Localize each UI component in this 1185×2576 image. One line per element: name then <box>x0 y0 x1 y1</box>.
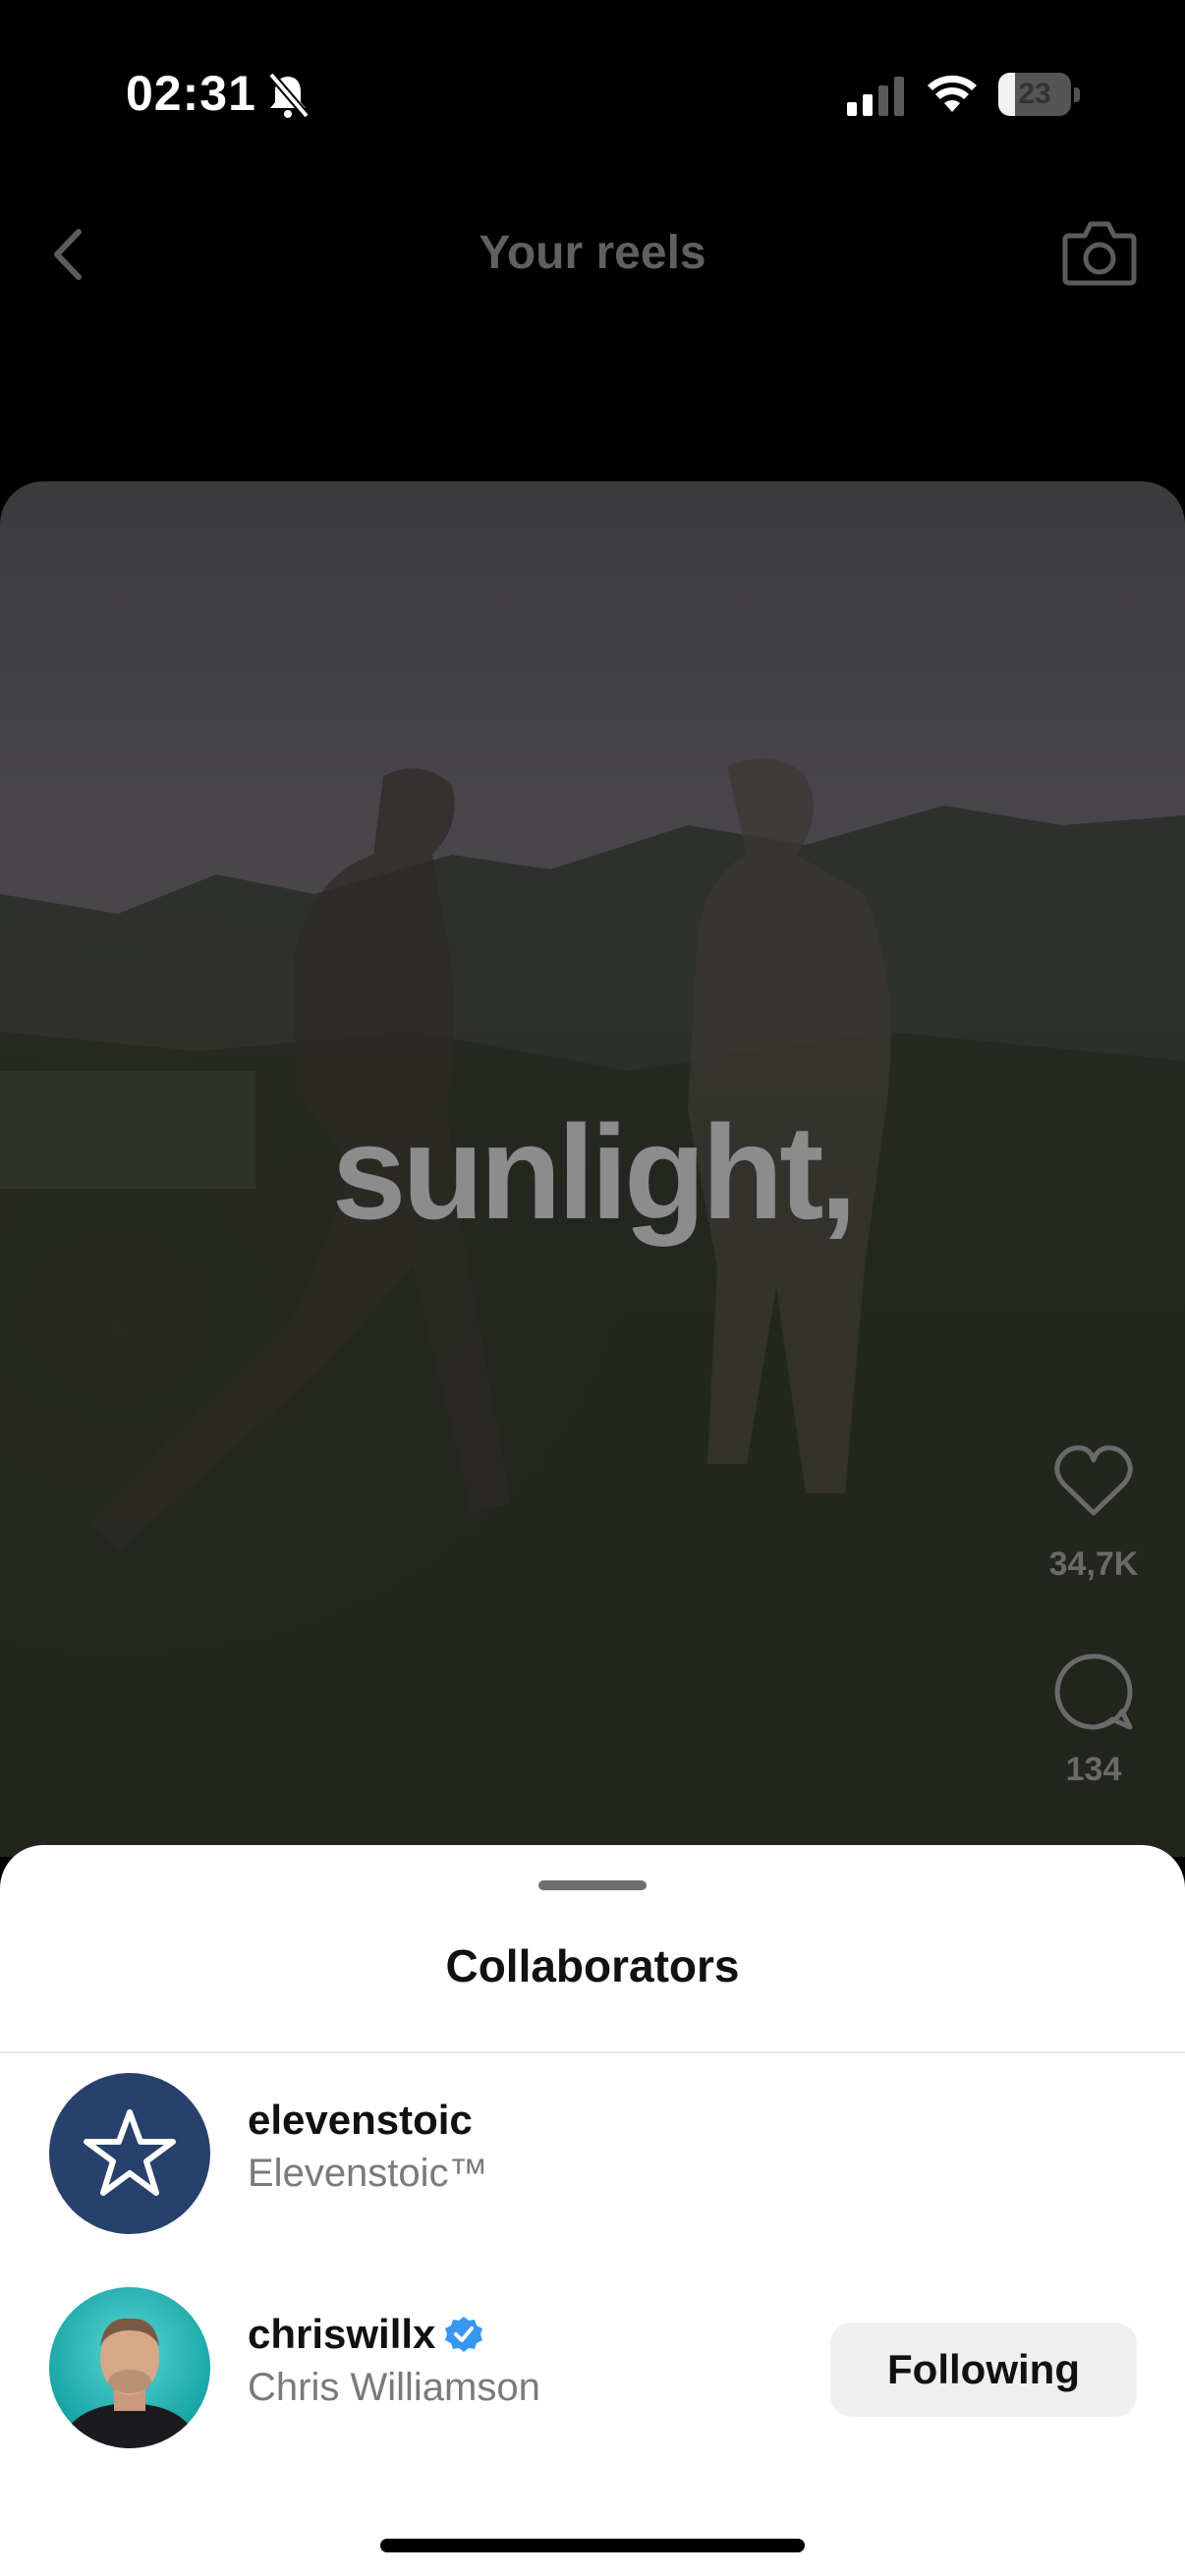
sheet-drag-handle[interactable] <box>538 1880 647 1890</box>
top-navigation: Your reels <box>0 196 1185 314</box>
heart-icon[interactable] <box>1051 1442 1136 1521</box>
comment-icon[interactable] <box>1053 1651 1136 1733</box>
verified-badge-icon <box>445 2317 482 2352</box>
status-bar: 02:31 23 <box>0 0 1185 177</box>
collaborators-sheet: Collaborators elevenstoic Elevenstoic™ c… <box>0 1845 1185 2576</box>
star-icon <box>84 2109 176 2196</box>
collaborator-full-name: Chris Williamson <box>248 2366 540 2409</box>
camera-icon[interactable] <box>1061 214 1138 293</box>
status-time: 02:31 <box>126 66 256 121</box>
collaborator-row[interactable]: elevenstoic Elevenstoic™ <box>0 2073 1185 2240</box>
collaborator-username[interactable]: elevenstoic <box>248 2097 473 2144</box>
collaborator-full-name: Elevenstoic™ <box>248 2152 488 2195</box>
divider <box>0 2051 1185 2053</box>
following-button[interactable]: Following <box>830 2323 1137 2417</box>
battery-indicator: 23 <box>998 73 1081 118</box>
profile-photo <box>59 2318 200 2448</box>
collaborator-row[interactable]: chriswillx Chris Williamson Following <box>0 2287 1185 2454</box>
collaborator-username[interactable]: chriswillx <box>248 2311 435 2358</box>
reel-caption: sunlight, <box>331 1097 858 1247</box>
home-indicator <box>380 2539 805 2552</box>
reel-video[interactable]: sunlight, 34,7K 134 <box>0 481 1185 1857</box>
avatar[interactable] <box>49 2287 210 2448</box>
like-count: 34,7K <box>1048 1545 1139 1583</box>
battery-percentage: 23 <box>1018 78 1051 110</box>
cellular-signal-icon <box>847 77 904 116</box>
silent-bell-icon <box>267 72 310 119</box>
comment-count: 134 <box>1065 1751 1122 1788</box>
avatar[interactable] <box>49 2073 210 2234</box>
sheet-title: Collaborators <box>445 1940 740 1991</box>
wifi-icon <box>928 75 977 112</box>
page-title: Your reels <box>479 227 706 279</box>
